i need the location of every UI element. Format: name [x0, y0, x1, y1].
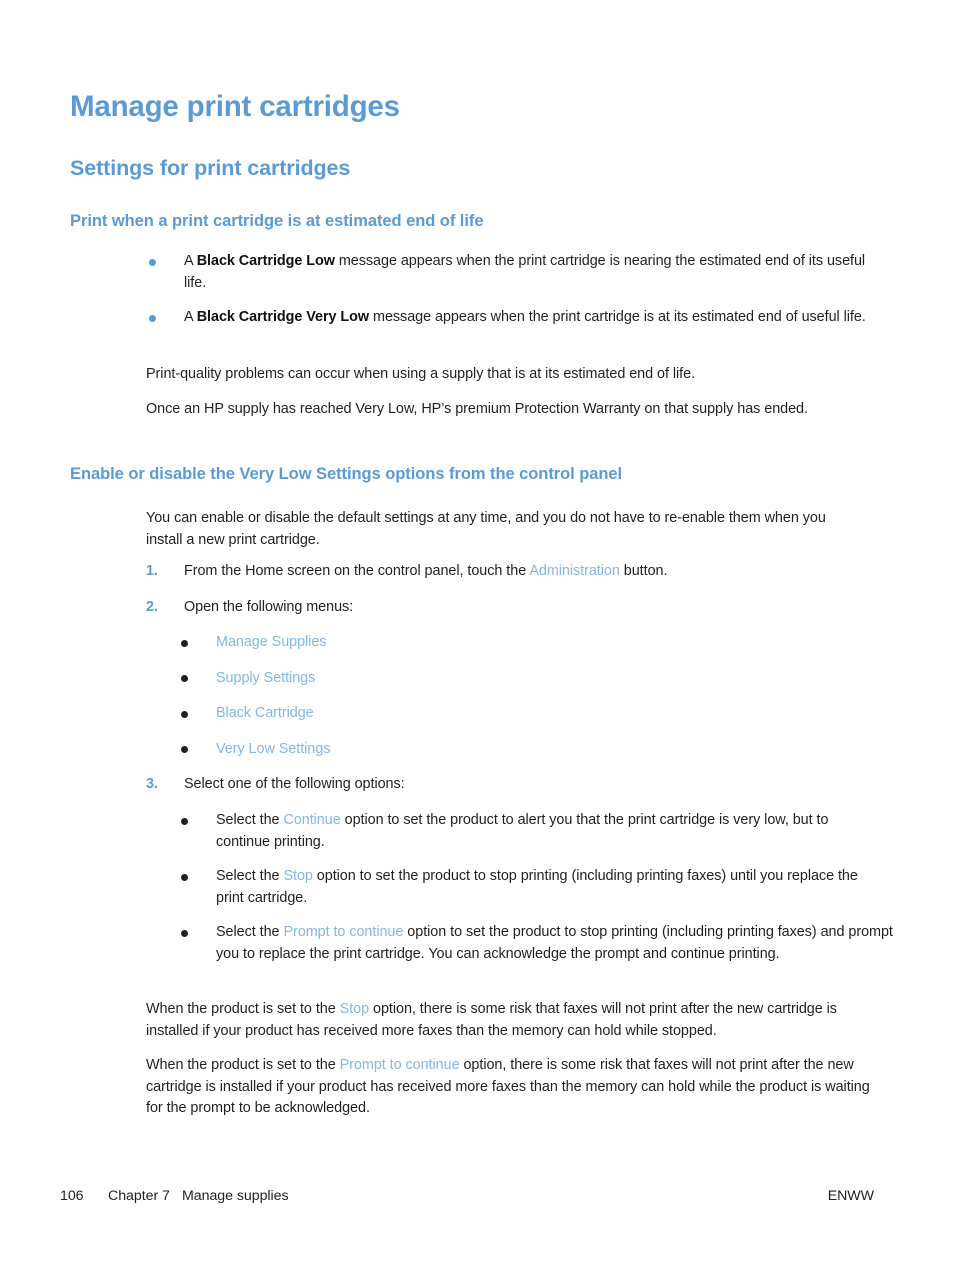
list-item: Very Low Settings — [178, 739, 778, 761]
subsection-heading-print-when: Print when a print cartridge is at estim… — [70, 212, 484, 230]
menu-item-manage-supplies[interactable]: Manage Supplies — [216, 634, 327, 650]
step-text-before: Open the following menus: — [184, 599, 354, 615]
ui-reference-stop[interactable]: Stop — [340, 1001, 369, 1017]
page-title: Manage print cartridges — [70, 90, 400, 123]
note-text-before: When the product is set to the — [146, 1057, 340, 1073]
section-1-bullet-list: A Black Cartridge Low message appears wh… — [146, 251, 878, 329]
list-item: Select the Prompt to continue option to … — [178, 922, 896, 965]
footer-left-group: 106 Chapter 7 Manage supplies — [60, 1188, 289, 1204]
bullet-text-prefix: A — [184, 309, 197, 325]
footer-locale: ENWW — [827, 1188, 874, 1204]
note-paragraph-2: When the product is set to the Prompt to… — [146, 1055, 880, 1120]
step-2: 2. Open the following menus: — [146, 597, 878, 619]
bullet-text-prefix: A — [184, 253, 197, 269]
list-item: A Black Cartridge Very Low message appea… — [146, 307, 878, 329]
ui-reference-administration[interactable]: Administration — [529, 563, 620, 579]
list-item: Select the Continue option to set the pr… — [178, 810, 878, 853]
list-item: Manage Supplies — [178, 632, 778, 654]
section-heading: Settings for print cartridges — [70, 156, 351, 180]
section-1-paragraph-1: Print-quality problems can occur when us… — [146, 364, 878, 386]
step-number: 1. — [146, 563, 158, 579]
option-text-after: option to set the product to stop printi… — [216, 868, 858, 906]
list-item: A Black Cartridge Low message appears wh… — [146, 251, 878, 294]
menu-item-very-low-settings[interactable]: Very Low Settings — [216, 741, 330, 757]
ui-reference-stop[interactable]: Stop — [283, 868, 312, 884]
option-text-before: Select the — [216, 868, 284, 884]
step-number: 2. — [146, 599, 158, 615]
paragraph-text: Once an HP supply has reached Very Low, … — [146, 401, 808, 417]
section-1-paragraph-2: Once an HP supply has reached Very Low, … — [146, 399, 858, 421]
list-item: Select the Stop option to set the produc… — [178, 866, 878, 909]
bullet-text-suffix: message appears when the print cartridge… — [369, 309, 866, 325]
menu-path-list: Manage Supplies Supply Settings Black Ca… — [178, 632, 778, 760]
option-text-before: Select the — [216, 812, 284, 828]
footer-page-number: 106 — [60, 1188, 84, 1204]
paragraph-text: Print-quality problems can occur when us… — [146, 366, 696, 382]
options-list: Select the Continue option to set the pr… — [178, 810, 893, 965]
paragraph-text: You can enable or disable the default se… — [146, 510, 826, 548]
menu-item-supply-settings[interactable]: Supply Settings — [216, 670, 315, 686]
step-3: 3. Select one of the following options: — [146, 774, 878, 796]
list-item: Black Cartridge — [178, 703, 778, 725]
document-page: Manage print cartridges Settings for pri… — [0, 0, 954, 1270]
footer-chapter-title: Manage supplies — [182, 1188, 289, 1204]
bullet-text-bold: Black Cartridge Very Low — [196, 309, 370, 325]
ui-reference-prompt-to-continue[interactable]: Prompt to continue — [283, 924, 403, 940]
section-2-intro: You can enable or disable the default se… — [146, 508, 846, 551]
step-1: 1. From the Home screen on the control p… — [146, 561, 878, 583]
ui-reference-prompt-to-continue[interactable]: Prompt to continue — [340, 1057, 460, 1073]
note-paragraph-1: When the product is set to the Stop opti… — [146, 999, 880, 1042]
menu-item-black-cartridge[interactable]: Black Cartridge — [216, 705, 314, 721]
note-text-before: When the product is set to the — [146, 1001, 340, 1017]
step-text-before: From the Home screen on the control pane… — [184, 563, 530, 579]
list-item: Supply Settings — [178, 668, 778, 690]
step-text-after: button. — [619, 563, 668, 579]
bullet-text-bold: Black Cartridge Low — [196, 253, 335, 269]
subsection-heading-enable-disable: Enable or disable the Very Low Settings … — [70, 465, 623, 483]
step-text-before: Select one of the following options: — [184, 776, 405, 792]
page-footer: 106 Chapter 7 Manage supplies ENWW — [60, 1188, 894, 1210]
ui-reference-continue[interactable]: Continue — [283, 812, 340, 828]
footer-chapter: Chapter 7 — [108, 1188, 170, 1204]
option-text-before: Select the — [216, 924, 284, 940]
step-number: 3. — [146, 776, 158, 792]
